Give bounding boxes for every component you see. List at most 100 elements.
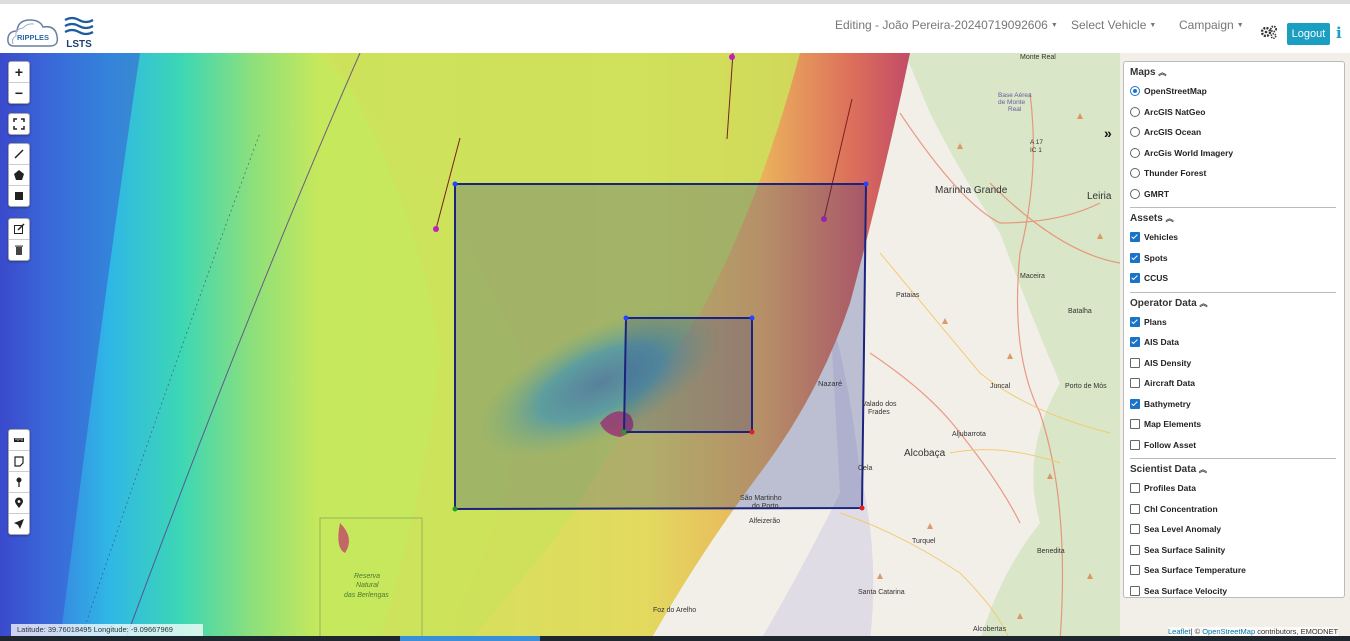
map-label-valado: Valado dos — [862, 401, 897, 408]
map-option-thunder-forest[interactable]: Thunder Forest — [1124, 163, 1344, 184]
asset-spots[interactable]: Spots — [1124, 248, 1344, 269]
zoom-control: + − — [8, 61, 30, 104]
ripples-logo[interactable]: RIPPLES — [6, 12, 60, 50]
draw-polygon-button[interactable] — [9, 165, 29, 186]
scientist-sea-surface-velocity[interactable]: Sea Surface Velocity — [1124, 581, 1344, 598]
scientist-chl-concentration[interactable]: Chl Concentration — [1124, 499, 1344, 520]
map-option-gmrt[interactable]: GMRT — [1124, 184, 1344, 205]
scientist-sea-surface-temperature[interactable]: Sea Surface Temperature — [1124, 560, 1344, 581]
option-label: Sea Surface Salinity — [1144, 544, 1226, 555]
radio-unchecked[interactable] — [1130, 188, 1140, 199]
checkbox-unchecked[interactable] — [1130, 419, 1140, 430]
operator-aircraft-data[interactable]: Aircraft Data — [1124, 373, 1344, 394]
info-icon[interactable]: i — [1336, 24, 1342, 42]
operator-ais-data[interactable]: AIS Data — [1124, 332, 1344, 353]
checkbox-checked[interactable] — [1130, 273, 1140, 284]
checkbox-unchecked[interactable] — [1130, 585, 1140, 596]
delete-layers-button[interactable] — [9, 240, 29, 260]
draw-rectangle-button[interactable] — [9, 186, 29, 206]
draw-line-button[interactable] — [9, 144, 29, 165]
checkbox-unchecked[interactable] — [1130, 524, 1140, 535]
checkbox-unchecked[interactable] — [1130, 565, 1140, 576]
fullscreen-button[interactable] — [9, 114, 29, 134]
marker-icon — [15, 497, 23, 508]
editing-plan-dropdown[interactable]: Editing - João Pereira-20240719092606 ▼ — [835, 18, 1058, 32]
map-label-de-monte: de Monte — [998, 99, 1025, 106]
checkbox-checked[interactable] — [1130, 232, 1140, 243]
checkbox-checked[interactable] — [1130, 398, 1140, 409]
section-scientist-data-header[interactable]: Scientist Data ︽ — [1124, 459, 1344, 478]
map-label-base-aerea: Base Aérea — [998, 92, 1032, 99]
asset-ccus[interactable]: CCUS — [1124, 268, 1344, 289]
checkbox-unchecked[interactable] — [1130, 483, 1140, 494]
checkbox-checked[interactable] — [1130, 337, 1140, 348]
operator-ais-density[interactable]: AIS Density — [1124, 353, 1344, 374]
asset-vehicles[interactable]: Vehicles — [1124, 227, 1344, 248]
zoom-out-button[interactable]: − — [9, 83, 29, 103]
zoom-in-button[interactable]: + — [9, 62, 29, 83]
checkbox-unchecked[interactable] — [1130, 357, 1140, 368]
section-operator-data-header[interactable]: Operator Data ︽ — [1124, 293, 1344, 312]
scientist-sea-surface-salinity[interactable]: Sea Surface Salinity — [1124, 540, 1344, 561]
map-label-alcobaca: Alcobaça — [904, 448, 946, 459]
active-taskbar-item[interactable] — [400, 636, 540, 641]
radio-unchecked[interactable] — [1130, 168, 1140, 179]
navigate-button[interactable] — [9, 514, 29, 534]
map-label-do-porto: do Porto — [752, 503, 779, 510]
select-vehicle-dropdown[interactable]: Select Vehicle ▼ — [1071, 18, 1156, 32]
map-label-foz-arelho: Foz do Arelho — [653, 607, 696, 614]
scientist-sea-level-anomaly[interactable]: Sea Level Anomaly — [1124, 519, 1344, 540]
map-label-berlengas: das Berlengas — [344, 592, 389, 599]
editing-plan-label: Editing - João Pereira-20240719092606 — [835, 18, 1048, 32]
note-button[interactable] — [9, 451, 29, 472]
option-label: Aircraft Data — [1144, 378, 1196, 389]
gears-icon[interactable] — [1260, 25, 1278, 39]
map-label-leiria: Leiria — [1087, 191, 1112, 202]
plan-area-small[interactable] — [621, 315, 755, 435]
operator-plans[interactable]: Plans — [1124, 312, 1344, 333]
scientist-profiles-data[interactable]: Profiles Data — [1124, 478, 1344, 499]
osm-link[interactable]: OpenStreetMap — [1202, 627, 1255, 636]
logout-button[interactable]: Logout — [1287, 23, 1330, 45]
map-label-sao-martinho: São Martinho — [740, 495, 782, 502]
map-label-batalha: Batalha — [1068, 308, 1092, 315]
checkbox-checked[interactable] — [1130, 316, 1140, 327]
marker-button[interactable] — [9, 493, 29, 514]
radio-checked[interactable] — [1130, 86, 1140, 97]
checkbox-checked[interactable] — [1130, 252, 1140, 263]
radio-unchecked[interactable] — [1130, 127, 1140, 138]
edit-toolbar — [8, 218, 30, 261]
double-chevron-right-icon[interactable]: » — [1104, 125, 1112, 141]
operator-follow-asset[interactable]: Follow Asset — [1124, 435, 1344, 456]
map-option-arcgis-ocean[interactable]: ArcGIS Ocean — [1124, 122, 1344, 143]
option-label: Thunder Forest — [1144, 168, 1207, 179]
option-label: Profiles Data — [1144, 483, 1196, 494]
map-label-pataias: Pataias — [896, 292, 920, 299]
section-maps-header[interactable]: Maps ︽ — [1124, 62, 1344, 81]
ruler-button[interactable] — [9, 430, 29, 451]
campaign-label: Campaign — [1179, 18, 1234, 32]
radio-unchecked[interactable] — [1130, 106, 1140, 117]
checkbox-unchecked[interactable] — [1130, 378, 1140, 389]
radio-unchecked[interactable] — [1130, 147, 1140, 158]
caret-down-icon: ▼ — [1050, 22, 1058, 29]
map-label-monte-real: Monte Real — [1020, 54, 1056, 61]
option-label: ArcGIS NatGeo — [1144, 106, 1206, 117]
lsts-logo: LSTS — [64, 16, 94, 50]
map-option-openstreetmap[interactable]: OpenStreetMap — [1124, 81, 1344, 102]
checkbox-unchecked[interactable] — [1130, 503, 1140, 514]
checkbox-unchecked[interactable] — [1130, 439, 1140, 450]
leaflet-link[interactable]: Leaflet — [1168, 627, 1191, 636]
edit-layers-button[interactable] — [9, 219, 29, 240]
pin-button[interactable] — [9, 472, 29, 493]
operator-bathymetry[interactable]: Bathymetry — [1124, 394, 1344, 415]
checkbox-unchecked[interactable] — [1130, 544, 1140, 555]
option-label: Sea Level Anomaly — [1144, 524, 1222, 535]
section-assets-header[interactable]: Assets ︽ — [1124, 208, 1344, 227]
map-label-aljubarrota: Aljubarrota — [952, 431, 986, 438]
operator-map-elements[interactable]: Map Elements — [1124, 414, 1344, 435]
campaign-dropdown[interactable]: Campaign ▼ — [1179, 18, 1244, 32]
option-label: Spots — [1144, 252, 1168, 263]
map-option-arcgis-world-imagery[interactable]: ArcGis World Imagery — [1124, 143, 1344, 164]
map-option-arcgis-natgeo[interactable]: ArcGIS NatGeo — [1124, 102, 1344, 123]
